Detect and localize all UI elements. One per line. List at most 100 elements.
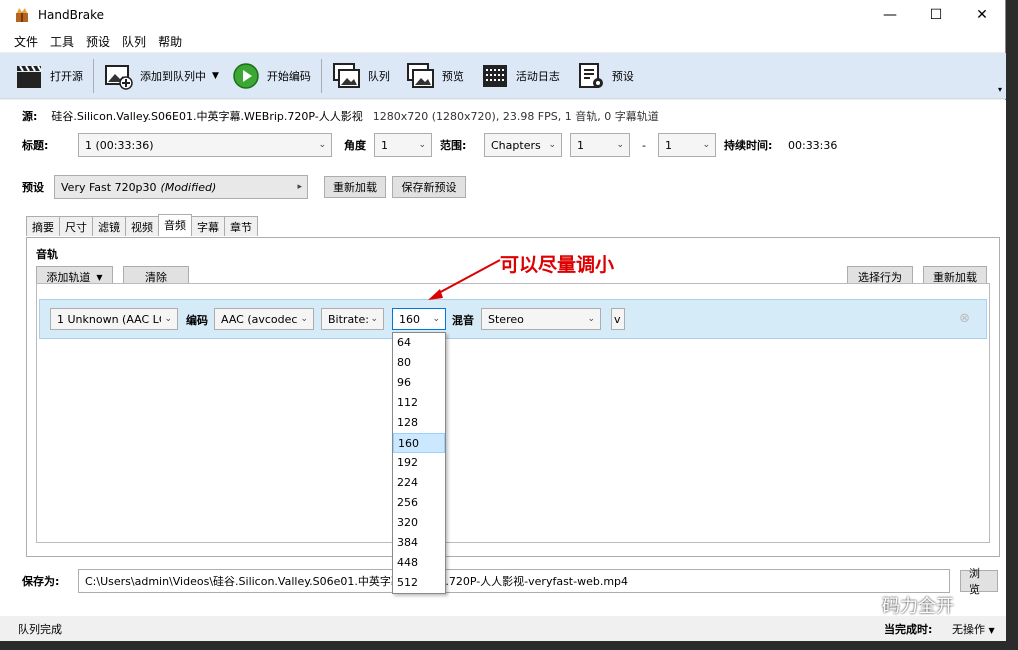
menu-queue[interactable]: 队列 [116,33,152,50]
save-new-preset-button[interactable]: 保存新预设 [392,176,466,198]
chevron-down-icon: ⌄ [418,140,426,150]
start-encode-label: 开始编码 [266,69,311,83]
bitrate-option[interactable]: 256 [393,493,445,513]
range-end-value: 1 [664,138,672,152]
clapperboard-icon [17,64,42,88]
bitrate-option[interactable]: 64 [393,333,445,353]
audio-tracks-heading: 音轨 [36,248,58,261]
range-type-select[interactable]: Chapters ⌄ [484,133,562,157]
bitrate-option[interactable]: 224 [393,473,445,493]
chevron-down-icon: ⌄ [164,314,172,324]
source-name: 硅谷.Silicon.Valley.S06E01.中英字幕.WEBrip.720… [51,110,363,123]
preset-reload-button[interactable]: 重新加载 [324,176,386,198]
activity-log-button[interactable]: 活动日志 [476,56,564,96]
tab-audio[interactable]: 音频 [158,214,192,236]
save-row: 保存为: C:\Users\admin\Videos\硅谷.Silicon.Va… [22,567,998,596]
bitrate-option[interactable]: 192 [393,453,445,473]
audio-track-row[interactable]: 1 Unknown (AAC LC ⌄ 编码 AAC (avcodec ⌄ Bi… [39,299,987,339]
duration-value: 00:33:36 [787,138,838,152]
add-image-icon [105,64,133,90]
queue-images-icon [332,62,360,88]
bitrate-dropdown-list: 64 80 96 112 128 160 192 224 256 320 384 448 512 [392,332,446,594]
angle-label: 角度 [344,139,366,152]
tab-video[interactable]: 视频 [125,216,159,236]
angle-select[interactable]: 1 ⌄ [374,133,432,157]
open-source-button[interactable]: 打开源 [10,56,87,96]
chevron-down-icon: ⌄ [702,140,710,150]
handbrake-window: HandBrake — ☐ ✕ 文件 工具 预设 队列 帮助 打开源 添加到队列… [0,0,1006,641]
title-label: 标题: [22,139,49,152]
tab-summary[interactable]: 摘要 [26,216,60,236]
close-button[interactable]: ✕ [959,0,1005,30]
menu-tools[interactable]: 工具 [44,33,80,50]
range-start-value: 1 [577,138,584,152]
tab-subtitles[interactable]: 字幕 [191,216,225,236]
open-source-label: 打开源 [50,69,83,83]
tab-filters[interactable]: 滤镜 [92,216,126,236]
title-bar: HandBrake — ☐ ✕ [0,0,1005,30]
preset-select[interactable]: Very Fast 720p30 (Modified) ▸ [54,175,308,199]
bitrate-select[interactable]: 160 ⌄ [392,308,446,330]
range-label: 范围: [440,139,467,152]
bitrate-option[interactable]: 80 [393,353,445,373]
preview-label: 预览 [441,69,464,83]
save-path-input[interactable]: C:\Users\admin\Videos\硅谷.Silicon.Valley.… [78,569,950,593]
source-row: 源: 硅谷.Silicon.Valley.S06E01.中英字幕.WEBrip.… [22,108,659,124]
tab-dimensions[interactable]: 尺寸 [59,216,93,236]
queue-label: 队列 [367,69,390,83]
preset-value: Very Fast 720p30 [61,180,157,194]
menu-bar: 文件 工具 预设 队列 帮助 [0,30,1005,52]
codec-select[interactable]: AAC (avcodec ⌄ [214,308,314,330]
title-select[interactable]: 1 (00:33:36) ⌄ [78,133,332,157]
toolbar-overflow-icon[interactable]: ▾ [998,85,1002,94]
start-encode-button[interactable]: 开始编码 [227,56,315,96]
save-path-value: C:\Users\admin\Videos\硅谷.Silicon.Valley.… [85,575,629,588]
browse-button[interactable]: 浏览 [960,567,998,596]
remove-track-icon[interactable]: ⊗ [959,311,970,326]
preset-label: 预设 [22,181,44,194]
menu-presets[interactable]: 预设 [80,33,116,50]
bitrate-option[interactable]: 160 [393,433,445,453]
window-title: HandBrake [38,8,105,22]
bitrate-mode-value: Bitrate: [328,312,369,326]
extra-value: v [614,312,621,326]
bitrate-option[interactable]: 512 [393,573,445,593]
chevron-down-icon[interactable]: ▼ [212,71,219,81]
preset-modified: (Modified) [160,180,217,194]
wechat-watermark: 码力全开 [840,592,954,618]
codec-value: AAC (avcodec [221,312,298,326]
duration-label: 持续时间: [723,139,773,152]
extra-select[interactable]: v [611,308,625,330]
bitrate-option[interactable]: 112 [393,393,445,413]
audio-track-list: 1 Unknown (AAC LC ⌄ 编码 AAC (avcodec ⌄ Bi… [36,283,990,543]
chevron-down-icon: ⌄ [587,314,595,324]
title-value: 1 (00:33:36) [85,138,154,152]
track-source-select[interactable]: 1 Unknown (AAC LC ⌄ [50,308,178,330]
handbrake-logo-icon [16,8,28,22]
bitrate-option[interactable]: 128 [393,413,445,433]
watermark-text: 码力全开 [882,596,954,617]
range-end-select[interactable]: 1 ⌄ [657,133,716,157]
when-done-select[interactable]: 无操作 ▼ [952,621,995,637]
preview-button[interactable]: 预览 [402,56,468,96]
bitrate-option[interactable]: 384 [393,533,445,553]
tab-chapters[interactable]: 章节 [224,216,258,236]
menu-file[interactable]: 文件 [8,33,44,50]
bitrate-option[interactable]: 96 [393,373,445,393]
add-to-queue-button[interactable]: 添加到队列中 ▼ [100,56,223,96]
source-info: 1280x720 (1280x720), 23.98 FPS, 1 音轨, 0 … [372,110,659,123]
range-start-select[interactable]: 1 ⌄ [570,133,630,157]
minimize-button[interactable]: — [867,0,913,30]
bitrate-mode-select[interactable]: Bitrate: ⌄ [321,308,384,330]
bitrate-option[interactable]: 320 [393,513,445,533]
mix-select[interactable]: Stereo ⌄ [481,308,601,330]
menu-help[interactable]: 帮助 [152,33,188,50]
toolbar-separator [320,58,322,93]
maximize-button[interactable]: ☐ [913,0,959,30]
bitrate-option[interactable]: 448 [393,553,445,573]
presets-button[interactable]: 预设 [572,56,638,96]
wechat-logo-icon [841,595,874,615]
preset-row: 预设 Very Fast 720p30 (Modified) ▸ 重新加载 保存… [22,175,466,199]
angle-value: 1 [381,138,388,152]
queue-button[interactable]: 队列 [328,56,394,96]
